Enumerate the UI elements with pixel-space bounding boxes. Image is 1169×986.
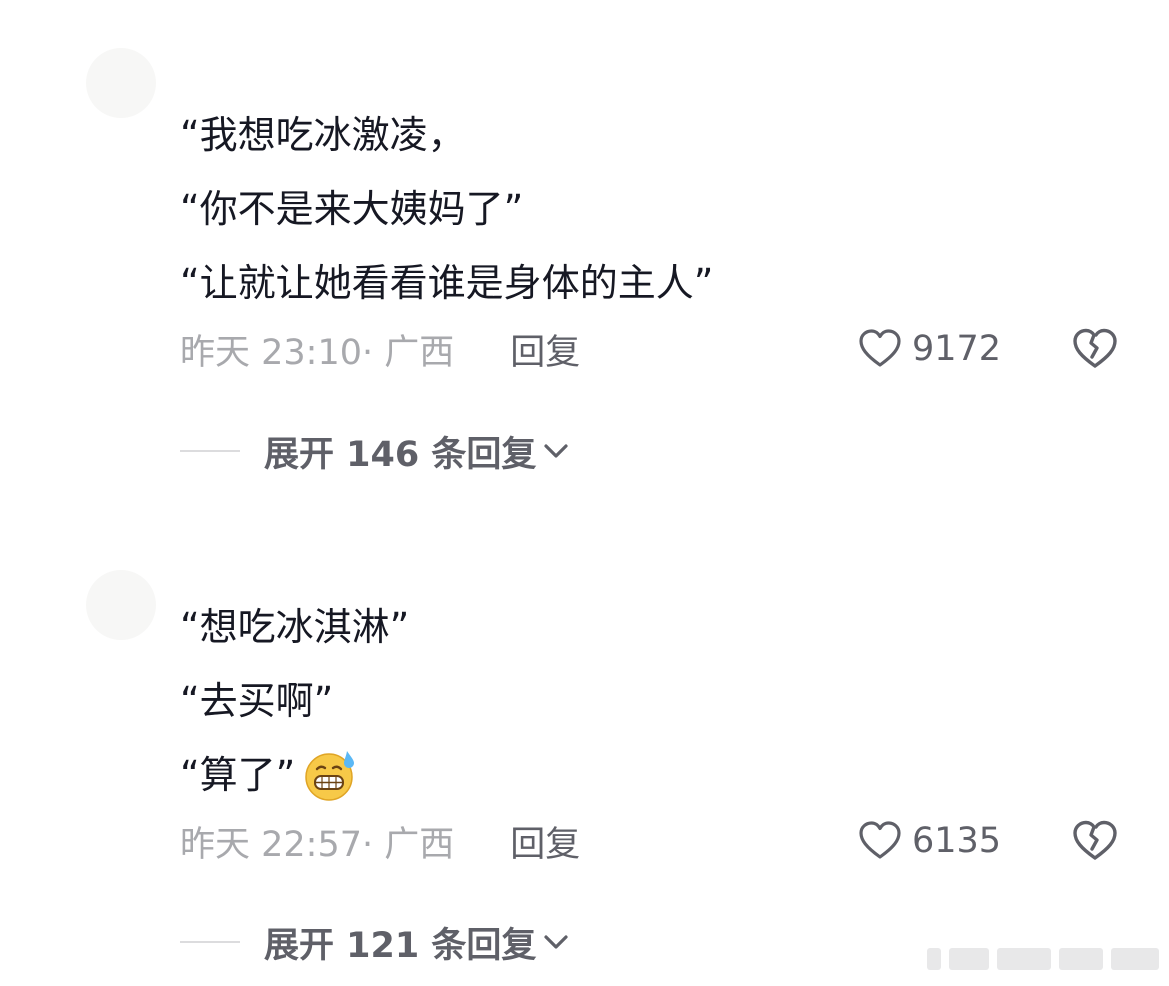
heart-icon (859, 821, 901, 859)
grinning-sweat-emoji (305, 751, 355, 801)
heart-icon (859, 329, 901, 367)
comment-line: “让就让她看看谁是身体的主人” (180, 261, 714, 305)
like-count: 6135 (912, 821, 1002, 861)
reply-button[interactable]: 回复 (510, 816, 580, 867)
comment-meta: 昨天 23:10 · 广西 回复 (180, 324, 580, 375)
divider-line (180, 941, 240, 943)
watermark-logo (927, 948, 1159, 970)
comment-line: “算了” (180, 738, 409, 812)
comment-line: “我想吃冰激凌， (180, 113, 466, 157)
comment-text: “我想吃冰激凌， “你不是来大姨妈了” “让就让她看看谁是身体的主人” (180, 98, 713, 320)
comment-location: · 广西 (362, 824, 455, 865)
like-button[interactable]: 9172 (856, 326, 1001, 372)
divider-line (180, 450, 240, 452)
comment-meta: 昨天 22:57 · 广西 回复 (180, 816, 580, 867)
expand-replies-button[interactable]: 展开 121 条回复 (180, 917, 572, 967)
like-button[interactable]: 6135 (856, 818, 1001, 864)
comment-text: “想吃冰淇淋” “去买啊” “算了” (180, 590, 409, 812)
broken-heart-icon[interactable] (1070, 816, 1120, 866)
expand-replies-label: 展开 121 条回复 (264, 925, 537, 966)
avatar[interactable] (86, 48, 156, 118)
avatar[interactable] (86, 570, 156, 640)
like-count: 9172 (912, 329, 1002, 369)
reply-button[interactable]: 回复 (510, 324, 580, 375)
comment-line: “去买啊” (180, 679, 334, 723)
comment-line: “你不是来大姨妈了” (180, 187, 524, 231)
comment-time: 昨天 23:10 (180, 332, 362, 373)
chevron-down-icon (544, 935, 569, 949)
expand-replies-button[interactable]: 展开 146 条回复 (180, 426, 572, 476)
chevron-down-icon (544, 444, 569, 458)
broken-heart-icon[interactable] (1070, 324, 1120, 374)
comment-time: 昨天 22:57 (180, 824, 362, 865)
expand-replies-label: 展开 146 条回复 (264, 434, 537, 475)
comment-location: · 广西 (362, 332, 455, 373)
comment-line: “想吃冰淇淋” (180, 605, 410, 649)
comment-line-text: “算了” (180, 753, 296, 797)
